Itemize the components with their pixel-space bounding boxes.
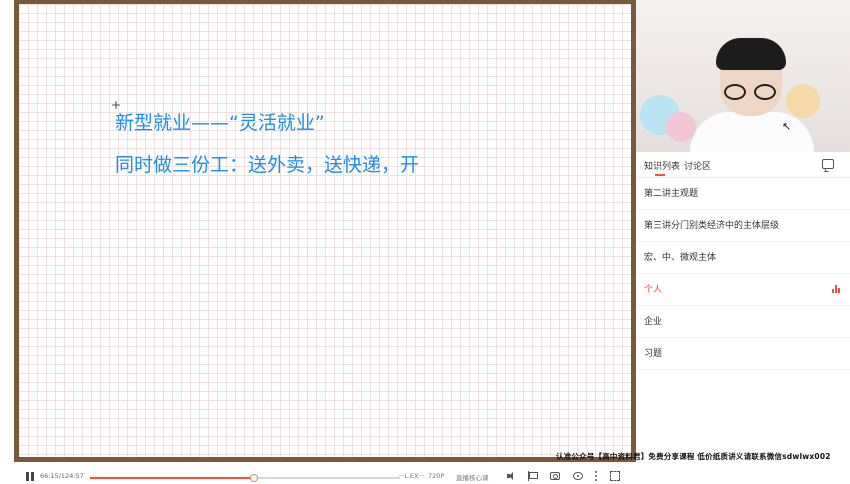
board-text-line-1: 新型就业——“灵活就业” [115, 112, 325, 134]
list-item[interactable]: 习题 [636, 338, 850, 370]
progress-bar[interactable] [90, 474, 400, 482]
progress-thumb[interactable] [250, 474, 259, 482]
active-tab-indicator [655, 174, 665, 176]
more-icon[interactable] [594, 471, 598, 481]
list-item[interactable]: 企业 [636, 306, 850, 338]
whiteboard: + 新型就业——“灵活就业” 同时做三份工：送外卖，送快递，开 [19, 4, 631, 457]
tab-knowledge-list[interactable]: 知识列表 [644, 159, 680, 172]
list-item-active[interactable]: 个人 [636, 274, 850, 306]
knowledge-list: 第二讲主观题 第三讲分门别类经济中的主体层级 宏、中、微观主体 个人 企业 习题 [636, 178, 850, 370]
list-item[interactable]: 第三讲分门别类经济中的主体层级 [636, 210, 850, 242]
side-panel: ↖ 知识列表 讨论区 第二讲主观题 第三讲分门别类经济中的主体层级 宏、中、微观… [636, 0, 850, 484]
app-root: + 新型就业——“灵活就业” 同时做三份工：送外卖，送快递，开 ↖ 知识列表 讨… [0, 0, 850, 484]
volume-icon[interactable] [506, 471, 516, 481]
background-decoration [786, 84, 820, 118]
list-item-label: 第二讲主观题 [644, 189, 699, 199]
watermark-text: 认准公众号【高中资料君】免费分享课程 低价纸质讲义请联系微信sdwlwx002 [556, 452, 831, 461]
player-controls: 66:15/124:57 ···L.EX··· 720P 直播核心课 [0, 468, 850, 484]
board-text-line-2: 同时做三份工：送外卖，送快递，开 [115, 154, 420, 176]
chat-icon[interactable] [822, 159, 834, 169]
presenter-hair [716, 38, 786, 70]
tab-discussion[interactable]: 讨论区 [684, 159, 711, 172]
panel-tabs: 知识列表 讨论区 [636, 152, 850, 178]
quality-button[interactable]: 720P [428, 472, 444, 480]
screenshot-icon[interactable] [550, 472, 560, 480]
list-item-label: 习题 [644, 349, 663, 359]
list-item-label: 第三讲分门别类经济中的主体层级 [644, 221, 780, 231]
presenter-body [690, 112, 814, 152]
list-item[interactable]: 宏、中、微观主体 [636, 242, 850, 274]
whiteboard-frame: + 新型就业——“灵活就业” 同时做三份工：送外卖，送快递，开 [14, 0, 636, 462]
time-display: 66:15/124:57 [40, 472, 84, 480]
mode-button[interactable]: 直播核心课 [456, 472, 489, 482]
list-item-label: 企业 [644, 317, 663, 327]
speed-button[interactable]: ···L.EX··· [398, 472, 425, 480]
report-flag-icon[interactable] [528, 471, 538, 481]
list-item-label: 宏、中、微观主体 [644, 253, 717, 263]
presenter-glasses [722, 84, 780, 100]
progress-fill [90, 477, 255, 479]
list-item[interactable]: 第二讲主观题 [636, 178, 850, 210]
mouse-pointer-icon: ↖ [782, 120, 792, 133]
eye-icon[interactable] [573, 472, 583, 480]
playing-bars-icon [832, 285, 840, 293]
presenter-video[interactable]: ↖ [636, 0, 850, 152]
list-item-label: 个人 [644, 285, 663, 295]
fullscreen-icon[interactable] [610, 471, 620, 481]
pause-icon[interactable] [26, 472, 34, 481]
